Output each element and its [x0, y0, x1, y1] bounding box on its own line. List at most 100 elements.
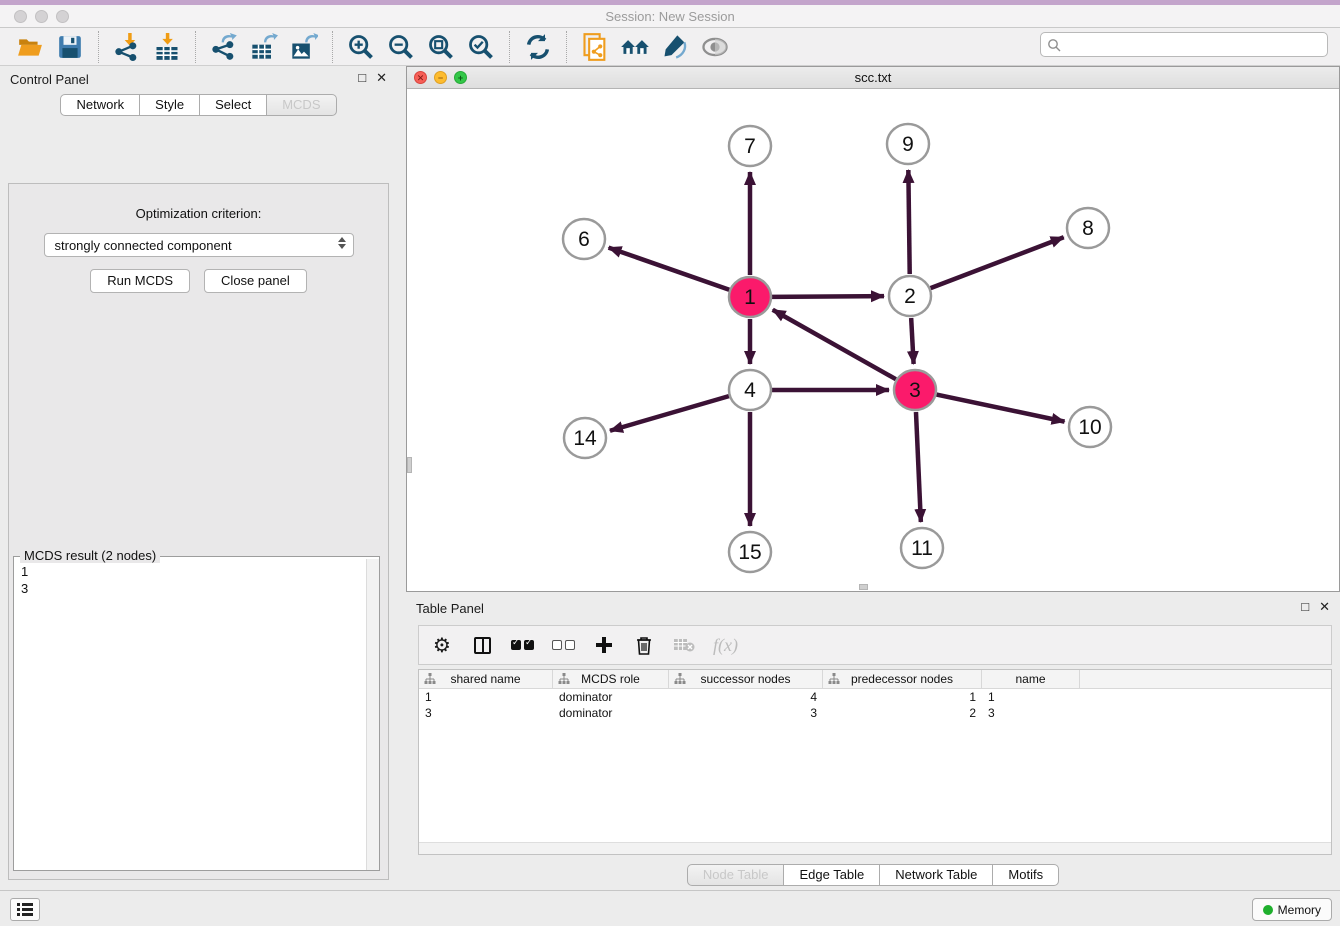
zoom-out-button[interactable]: [384, 31, 418, 63]
edge-2-8[interactable]: [931, 237, 1064, 288]
tab-motifs[interactable]: Motifs: [992, 864, 1059, 886]
node-table[interactable]: shared name MCDS role successor nodes pr…: [418, 669, 1332, 855]
edge-3-10[interactable]: [937, 395, 1065, 422]
function-builder-button[interactable]: f(x): [713, 632, 738, 658]
criterion-dropdown[interactable]: strongly connected component: [44, 233, 354, 257]
task-history-button[interactable]: [10, 898, 40, 921]
graph-node-7[interactable]: 7: [729, 126, 771, 166]
close-panel-icon[interactable]: ✕: [376, 70, 387, 86]
network-window-titlebar[interactable]: ✕ − + scc.txt: [407, 67, 1339, 89]
table-row[interactable]: 3 dominator 3 2 3: [419, 705, 1331, 721]
edge-1-6[interactable]: [609, 248, 730, 290]
apply-layout-button[interactable]: [521, 31, 555, 63]
vertical-scroll-thumb[interactable]: [407, 457, 412, 473]
create-column-button[interactable]: [593, 632, 615, 658]
close-panel-button[interactable]: Close panel: [204, 269, 307, 293]
export-image-button[interactable]: [287, 31, 321, 63]
result-scrollbar[interactable]: [366, 559, 379, 870]
deselect-all-rows-button[interactable]: [552, 632, 575, 658]
gear-icon: ⚙: [433, 633, 451, 657]
column-header-mcds-role[interactable]: MCDS role: [553, 670, 669, 688]
search-input[interactable]: [1066, 38, 1327, 52]
select-all-rows-button[interactable]: [511, 632, 534, 658]
edge-3-11[interactable]: [916, 412, 921, 522]
zoom-fit-button[interactable]: [424, 31, 458, 63]
tab-edge-table[interactable]: Edge Table: [783, 864, 880, 886]
tab-node-table[interactable]: Node Table: [687, 864, 785, 886]
graph-node-1[interactable]: 1: [729, 277, 771, 317]
toolbar-separator: [509, 31, 510, 63]
eye-icon: [700, 33, 730, 61]
graph-node-14[interactable]: 14: [564, 418, 606, 458]
import-network-button[interactable]: [110, 31, 144, 63]
save-icon: [57, 34, 83, 60]
open-session-button[interactable]: [13, 31, 47, 63]
table-tabs: Node Table Edge Table Network Table Moti…: [406, 864, 1340, 886]
export-image-icon: [290, 33, 318, 61]
float-panel-icon[interactable]: □: [1301, 599, 1309, 615]
column-header-successor-nodes[interactable]: successor nodes: [669, 670, 823, 688]
tab-network[interactable]: Network: [60, 94, 140, 116]
new-network-from-selection-button[interactable]: [578, 31, 612, 63]
list-icon: [17, 903, 33, 916]
export-network-icon: [210, 33, 238, 61]
svg-text:6: 6: [578, 228, 590, 251]
zoom-in-icon: [347, 33, 375, 61]
mcds-result-text[interactable]: 1 3: [14, 559, 366, 870]
tab-style[interactable]: Style: [139, 94, 200, 116]
save-session-button[interactable]: [53, 31, 87, 63]
network-graph[interactable]: 7 9 6 8 1 2 4 3 14 10 15 11: [407, 89, 1339, 592]
first-neighbors-button[interactable]: [618, 31, 652, 63]
table-row[interactable]: 1 dominator 4 1 1: [419, 689, 1331, 705]
graph-node-15[interactable]: 15: [729, 532, 771, 572]
hierarchy-icon: [674, 673, 686, 685]
import-table-button[interactable]: [150, 31, 184, 63]
table-horizontal-scrollbar[interactable]: [419, 842, 1331, 854]
float-panel-icon[interactable]: □: [358, 70, 366, 86]
tab-select[interactable]: Select: [199, 94, 267, 116]
zoom-selected-button[interactable]: [464, 31, 498, 63]
graphics-details-button[interactable]: [658, 31, 692, 63]
column-header-predecessor-nodes[interactable]: predecessor nodes: [823, 670, 982, 688]
run-mcds-button[interactable]: Run MCDS: [90, 269, 190, 293]
column-header-name[interactable]: name: [982, 670, 1080, 688]
memory-button[interactable]: Memory: [1252, 898, 1332, 921]
control-panel: Control Panel □ ✕ Network Style Select M…: [0, 66, 397, 888]
graph-node-3[interactable]: 3: [894, 370, 936, 410]
svg-text:11: 11: [911, 537, 933, 560]
column-header-shared-name[interactable]: shared name: [419, 670, 553, 688]
edge-1-2[interactable]: [772, 296, 884, 297]
horizontal-scroll-thumb[interactable]: [859, 584, 868, 590]
edge-2-9[interactable]: [908, 170, 909, 274]
table-header-row: shared name MCDS role successor nodes pr…: [419, 670, 1331, 689]
graph-node-11[interactable]: 11: [901, 528, 943, 568]
svg-text:10: 10: [1078, 416, 1101, 439]
graph-node-2[interactable]: 2: [889, 276, 931, 316]
edge-4-14[interactable]: [610, 396, 729, 431]
delete-table-button[interactable]: [673, 632, 695, 658]
titlebar-accent: [0, 0, 1340, 5]
tab-mcds[interactable]: MCDS: [266, 94, 336, 116]
export-table-button[interactable]: [247, 31, 281, 63]
zoom-in-button[interactable]: [344, 31, 378, 63]
edge-3-1[interactable]: [773, 310, 896, 379]
network-window-title: scc.txt: [407, 70, 1339, 85]
search-box[interactable]: [1040, 32, 1328, 57]
table-options-button[interactable]: ⚙: [431, 632, 453, 658]
graph-node-10[interactable]: 10: [1069, 407, 1111, 447]
graph-node-4[interactable]: 4: [729, 370, 771, 410]
toolbar-separator: [566, 31, 567, 63]
edge-2-3[interactable]: [911, 318, 913, 364]
control-panel-tabs: Network Style Select MCDS: [0, 94, 397, 116]
tab-network-table[interactable]: Network Table: [879, 864, 993, 886]
column-selector-button[interactable]: [471, 632, 493, 658]
close-panel-icon[interactable]: ✕: [1319, 599, 1330, 615]
export-network-button[interactable]: [207, 31, 241, 63]
zoom-selected-icon: [467, 33, 495, 61]
graph-node-9[interactable]: 9: [887, 124, 929, 164]
network-canvas[interactable]: 7 9 6 8 1 2 4 3 14 10 15 11: [407, 89, 1339, 591]
graph-node-8[interactable]: 8: [1067, 208, 1109, 248]
delete-columns-button[interactable]: [633, 632, 655, 658]
show-hide-button[interactable]: [698, 31, 732, 63]
graph-node-6[interactable]: 6: [563, 219, 605, 259]
